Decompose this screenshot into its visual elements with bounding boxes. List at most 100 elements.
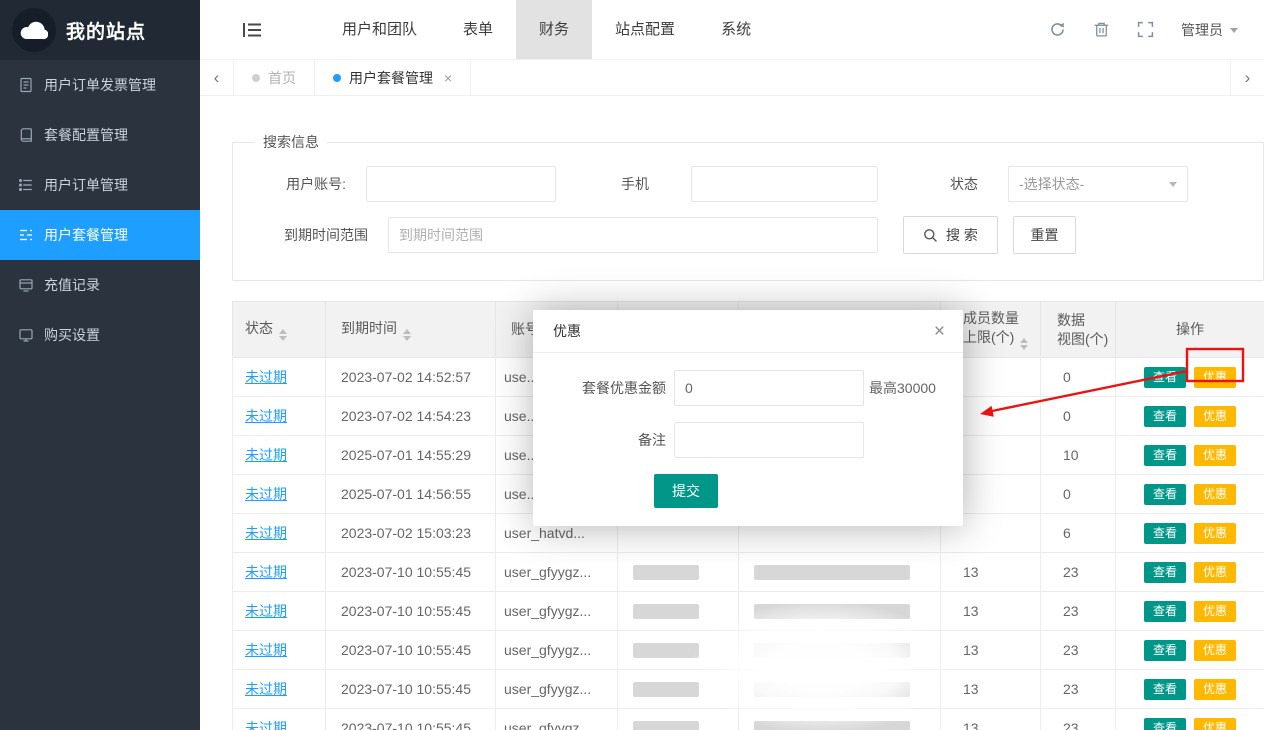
- status-link[interactable]: 未过期: [245, 447, 287, 463]
- view-button[interactable]: 查看: [1144, 445, 1186, 466]
- sort-icon[interactable]: [279, 329, 287, 341]
- redacted-phone: [633, 721, 699, 730]
- topnav-system[interactable]: 系统: [698, 0, 774, 59]
- sidebar-item-label: 用户订单管理: [44, 175, 128, 195]
- sidebar-item-user-package-management[interactable]: 用户套餐管理: [0, 210, 200, 260]
- col-views: 数据 视图(个): [1057, 312, 1108, 347]
- status-select-value: -选择状态-: [1019, 174, 1084, 194]
- status-link[interactable]: 未过期: [245, 681, 287, 697]
- search-button[interactable]: 搜 索: [903, 216, 998, 254]
- expire-cell: 2023-07-02 14:54:23: [326, 397, 496, 436]
- expire-cell: 2023-07-02 14:52:57: [326, 358, 496, 397]
- views-cell: 0: [1041, 397, 1116, 436]
- discount-button[interactable]: 优惠: [1194, 484, 1236, 505]
- redacted-username: [754, 643, 910, 658]
- account-cell: user_gfyygz...: [496, 631, 618, 670]
- members-cell: 13: [941, 631, 1041, 670]
- col-actions: 操作: [1176, 321, 1204, 337]
- modal-close-icon[interactable]: ×: [934, 322, 945, 341]
- discount-button[interactable]: 优惠: [1194, 640, 1236, 661]
- sort-icon[interactable]: [1020, 338, 1028, 350]
- status-select[interactable]: -选择状态-: [1008, 166, 1188, 202]
- discount-modal: 优惠 × 套餐优惠金额 最高30000 备注 提交: [533, 310, 963, 526]
- sidebar-item-purchase-settings[interactable]: 购买设置: [0, 310, 200, 360]
- account-input[interactable]: [366, 166, 556, 202]
- modal-title: 优惠: [553, 321, 581, 341]
- status-link[interactable]: 未过期: [245, 603, 287, 619]
- discount-button[interactable]: 优惠: [1194, 406, 1236, 427]
- view-button[interactable]: 查看: [1144, 562, 1186, 583]
- account-label: 用户账号:: [249, 174, 346, 194]
- daterange-input[interactable]: [388, 217, 878, 253]
- tab-home[interactable]: 首页: [234, 60, 315, 95]
- sort-icon[interactable]: [403, 329, 411, 341]
- status-link[interactable]: 未过期: [245, 369, 287, 385]
- phone-cell: [618, 709, 739, 730]
- discount-button[interactable]: 优惠: [1194, 601, 1236, 622]
- recharge-icon: [18, 277, 34, 293]
- topnav-users-teams[interactable]: 用户和团队: [319, 0, 440, 59]
- redacted-phone: [633, 643, 699, 658]
- user-menu[interactable]: 管理员: [1181, 20, 1238, 40]
- collapse-menu-icon[interactable]: [243, 22, 261, 38]
- note-input[interactable]: [674, 422, 864, 458]
- account-cell: user_gfyygz...: [496, 553, 618, 592]
- discount-button[interactable]: 优惠: [1194, 367, 1236, 388]
- account-cell: user_gfyygz...: [496, 592, 618, 631]
- redacted-username: [754, 565, 910, 580]
- sidebar-item-package-config[interactable]: 套餐配置管理: [0, 110, 200, 160]
- discount-button[interactable]: 优惠: [1194, 718, 1236, 730]
- note-label: 备注: [533, 430, 674, 450]
- refresh-icon[interactable]: [1049, 21, 1066, 38]
- views-cell: 23: [1041, 631, 1116, 670]
- trash-icon[interactable]: [1093, 21, 1110, 38]
- status-link[interactable]: 未过期: [245, 642, 287, 658]
- status-link[interactable]: 未过期: [245, 564, 287, 580]
- sidebar-item-order-management[interactable]: 用户订单管理: [0, 160, 200, 210]
- tabs-scroll-right-icon[interactable]: ›: [1230, 60, 1264, 95]
- col-status: 状态: [245, 320, 273, 336]
- phone-input[interactable]: [691, 166, 878, 202]
- table-row: 未过期 2023-07-10 10:55:45 user_gfyygz... 1…: [233, 631, 1264, 670]
- expire-cell: 2023-07-10 10:55:45: [326, 670, 496, 709]
- discount-button[interactable]: 优惠: [1194, 445, 1236, 466]
- tab-user-package-management[interactable]: 用户套餐管理 ×: [315, 60, 471, 95]
- submit-button[interactable]: 提交: [654, 474, 718, 508]
- topnav-finance[interactable]: 财务: [516, 0, 592, 59]
- status-link[interactable]: 未过期: [245, 408, 287, 424]
- view-button[interactable]: 查看: [1144, 601, 1186, 622]
- discount-button[interactable]: 优惠: [1194, 562, 1236, 583]
- members-cell: 13: [941, 670, 1041, 709]
- account-cell: user_gfyygz...: [496, 709, 618, 730]
- sidebar-item-recharge-records[interactable]: 充值记录: [0, 260, 200, 310]
- modal-body: 套餐优惠金额 最高30000 备注 提交: [533, 353, 963, 526]
- tab-close-icon[interactable]: ×: [444, 70, 452, 86]
- topnav-site-config[interactable]: 站点配置: [592, 0, 698, 59]
- view-button[interactable]: 查看: [1144, 523, 1186, 544]
- fullscreen-icon[interactable]: [1137, 21, 1154, 38]
- sidebar-item-label: 套餐配置管理: [44, 125, 128, 145]
- view-button[interactable]: 查看: [1144, 367, 1186, 388]
- discount-button[interactable]: 优惠: [1194, 679, 1236, 700]
- table-row: 未过期 2023-07-10 10:55:45 user_gfyygz... 1…: [233, 670, 1264, 709]
- view-button[interactable]: 查看: [1144, 640, 1186, 661]
- username-cell: [739, 553, 941, 592]
- view-button[interactable]: 查看: [1144, 406, 1186, 427]
- status-link[interactable]: 未过期: [245, 486, 287, 502]
- topnav-forms[interactable]: 表单: [440, 0, 516, 59]
- brand: 我的站点: [0, 0, 200, 60]
- view-button[interactable]: 查看: [1144, 679, 1186, 700]
- redacted-username: [754, 721, 910, 730]
- view-button[interactable]: 查看: [1144, 484, 1186, 505]
- reset-button[interactable]: 重置: [1013, 216, 1076, 254]
- amount-hint: 最高30000: [869, 378, 936, 398]
- amount-input[interactable]: [674, 370, 864, 406]
- tabs-scroll-left-icon[interactable]: ‹: [200, 60, 234, 95]
- view-button[interactable]: 查看: [1144, 718, 1186, 730]
- status-link[interactable]: 未过期: [245, 720, 287, 730]
- sidebar-item-invoice-management[interactable]: 用户订单发票管理: [0, 60, 200, 110]
- expire-cell: 2025-07-01 14:56:55: [326, 475, 496, 514]
- status-link[interactable]: 未过期: [245, 525, 287, 541]
- redacted-phone: [633, 682, 699, 697]
- discount-button[interactable]: 优惠: [1194, 523, 1236, 544]
